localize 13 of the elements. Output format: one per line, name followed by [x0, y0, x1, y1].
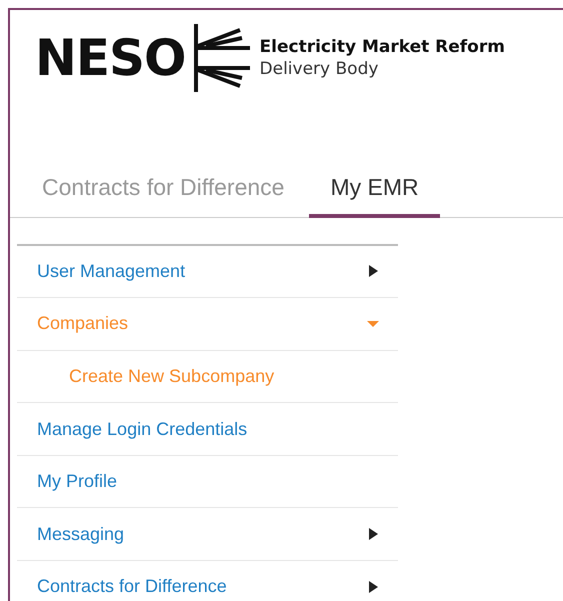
- logo-icon: [194, 22, 252, 94]
- logo-wordmark: NESO: [35, 33, 186, 83]
- menu-item[interactable]: Messaging: [17, 508, 398, 562]
- tab[interactable]: My EMR: [309, 164, 440, 218]
- logo-subtitle: Delivery Body: [260, 58, 380, 80]
- menu-item[interactable]: My Profile: [17, 456, 398, 508]
- tab[interactable]: Contracts for Difference: [32, 164, 294, 218]
- menu-item[interactable]: User Management: [17, 246, 398, 298]
- menu-item[interactable]: Manage Login Credentials: [17, 403, 398, 456]
- logo-title: Electricity Market Reform: [260, 36, 505, 58]
- menu-item[interactable]: Companies: [17, 298, 398, 351]
- submenu-item[interactable]: Create New Subcompany: [17, 350, 398, 404]
- menu-item[interactable]: Contracts for Difference: [17, 561, 398, 601]
